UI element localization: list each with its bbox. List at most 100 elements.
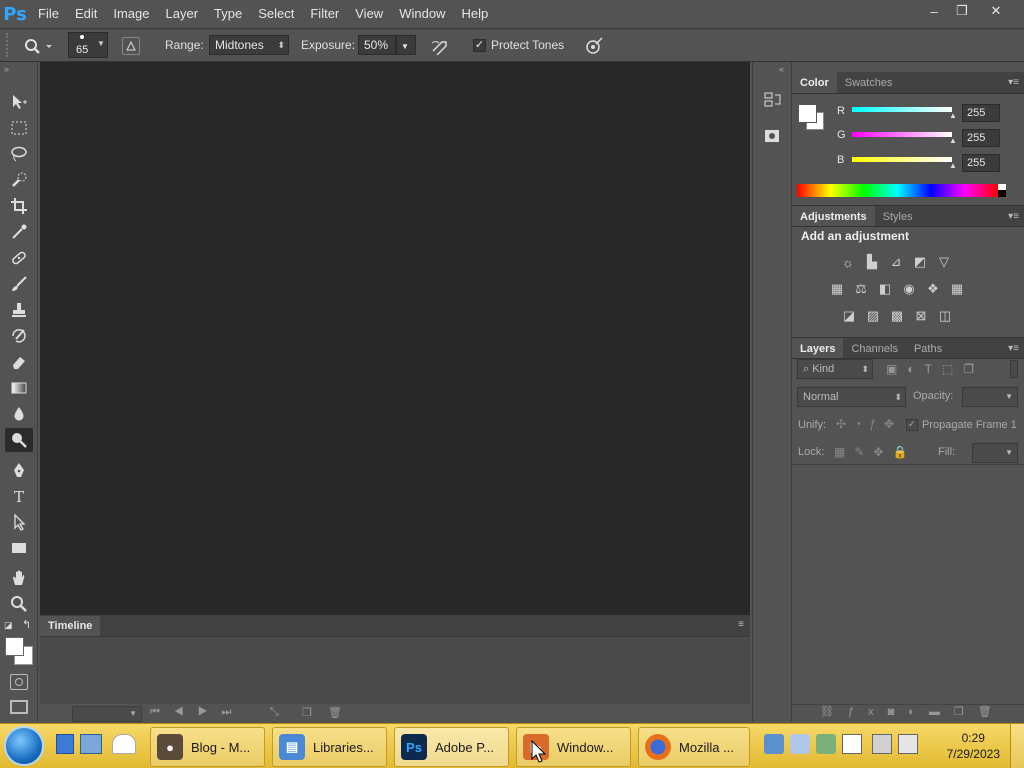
timeline-tab[interactable]: Timeline xyxy=(40,616,100,636)
lock-all-icon[interactable]: 🔒 xyxy=(892,445,916,459)
quick-launch-icon[interactable] xyxy=(80,734,102,754)
options-grip[interactable] xyxy=(6,33,12,57)
rectangle-tool-icon[interactable] xyxy=(5,536,33,560)
menu-edit[interactable]: Edit xyxy=(67,0,105,28)
opacity-input[interactable]: ▼ xyxy=(962,387,1018,407)
blur-tool-icon[interactable] xyxy=(5,402,33,426)
menu-select[interactable]: Select xyxy=(250,0,302,28)
expand-dock-icon[interactable]: « xyxy=(779,64,784,74)
slider-thumb-icon[interactable]: ▲ xyxy=(949,111,957,120)
menu-filter[interactable]: Filter xyxy=(302,0,347,28)
tab-adjustments[interactable]: Adjustments xyxy=(792,206,875,226)
brush-panel-toggle-icon[interactable] xyxy=(122,37,140,55)
menu-type[interactable]: Type xyxy=(206,0,250,28)
taskbar-item-photoshop[interactable]: Ps Adobe P... xyxy=(394,727,509,767)
screen-mode-icon[interactable] xyxy=(10,700,28,714)
timeline-content[interactable] xyxy=(40,636,750,704)
panel-menu-icon[interactable]: ▾≡ xyxy=(1008,338,1019,360)
blue-slider[interactable] xyxy=(852,157,952,162)
green-value-input[interactable]: 255 xyxy=(962,129,1000,147)
menu-view[interactable]: View xyxy=(347,0,391,28)
propagate-move-icon[interactable]: ✥ xyxy=(884,417,902,431)
add-mask-icon[interactable]: ◙ xyxy=(888,706,909,718)
new-group-icon[interactable]: ▬ xyxy=(929,706,954,718)
black-white-icon[interactable]: ◧ xyxy=(876,280,894,298)
red-slider[interactable] xyxy=(852,107,952,112)
layer-kind-filter[interactable]: ⌕ Kind ⬍ xyxy=(797,359,873,379)
start-button[interactable] xyxy=(4,726,44,766)
slider-thumb-icon[interactable]: ▲ xyxy=(949,136,957,145)
gradient-map-icon[interactable]: ⊠ xyxy=(912,307,930,325)
hand-tool-icon[interactable] xyxy=(5,566,33,590)
exposure-slider-toggle[interactable]: ▼ xyxy=(396,35,416,55)
delete-layer-icon[interactable]: 🗑 xyxy=(978,706,1006,718)
posterize-icon[interactable]: ▨ xyxy=(864,307,882,325)
tab-layers[interactable]: Layers xyxy=(792,338,844,358)
pixel-filter-icon[interactable]: ▣ xyxy=(886,362,907,376)
curves-icon[interactable]: ⊿ xyxy=(887,253,905,271)
photo-filter-icon[interactable]: ◉ xyxy=(900,280,918,298)
next-frame-icon[interactable]: ⏭ xyxy=(222,706,246,718)
timeline-menu-select[interactable]: ▼ xyxy=(72,706,142,722)
color-balance-icon[interactable]: ⚖ xyxy=(852,280,870,298)
quick-selection-tool-icon[interactable] xyxy=(5,168,33,192)
color-lookup-icon[interactable]: ▦ xyxy=(948,280,966,298)
close-button[interactable]: ✕ xyxy=(980,0,1012,22)
tab-channels[interactable]: Channels xyxy=(843,338,905,358)
lock-position-icon[interactable]: ✥ xyxy=(873,445,892,459)
clone-stamp-tool-icon[interactable] xyxy=(5,298,33,322)
system-clock[interactable]: 0:29 7/29/2023 xyxy=(947,730,1000,762)
hue-saturation-icon[interactable]: ▦ xyxy=(828,280,846,298)
filter-toggle[interactable] xyxy=(1010,360,1018,378)
layer-style-icon[interactable]: ƒx xyxy=(848,706,888,718)
lock-pixels-icon[interactable]: ✎ xyxy=(854,445,873,459)
fill-input[interactable]: ▼ xyxy=(972,443,1018,463)
menu-window[interactable]: Window xyxy=(391,0,453,28)
new-layer-icon[interactable]: ❐ xyxy=(954,706,978,718)
taskbar-item-mozilla[interactable]: Mozilla ... xyxy=(638,727,750,767)
link-layers-icon[interactable]: ⛓ xyxy=(820,706,848,718)
tab-paths[interactable]: Paths xyxy=(906,338,950,358)
marquee-tool-icon[interactable] xyxy=(5,116,33,140)
default-colors-icon[interactable]: ◪ xyxy=(4,620,13,631)
layers-list[interactable] xyxy=(792,464,1024,704)
smart-object-filter-icon[interactable]: ❐ xyxy=(963,362,984,376)
threshold-icon[interactable]: ▩ xyxy=(888,307,906,325)
show-desktop-button[interactable] xyxy=(1010,724,1024,768)
menu-help[interactable]: Help xyxy=(453,0,496,28)
tray-app-icon[interactable] xyxy=(816,734,836,754)
white-swatch[interactable] xyxy=(998,184,1006,190)
tab-swatches[interactable]: Swatches xyxy=(837,72,901,93)
brush-tool-icon[interactable] xyxy=(5,272,33,296)
slider-thumb-icon[interactable]: ▲ xyxy=(949,161,957,170)
red-value-input[interactable]: 255 xyxy=(962,104,1000,122)
flag-icon[interactable] xyxy=(842,734,862,754)
range-select[interactable]: Midtones ⬍ xyxy=(209,35,289,55)
history-brush-tool-icon[interactable] xyxy=(5,324,33,348)
path-selection-tool-icon[interactable] xyxy=(5,510,33,534)
show-desktop-icon[interactable] xyxy=(56,734,74,754)
history-panel-icon[interactable] xyxy=(763,90,783,110)
foreground-color-swatch[interactable] xyxy=(5,637,24,656)
taskbar-item-libraries[interactable]: ▤ Libraries... xyxy=(272,727,387,767)
display-icon[interactable] xyxy=(872,734,892,754)
swap-colors-icon[interactable]: ↰ xyxy=(22,618,31,631)
unify-position-icon[interactable]: ✣ xyxy=(836,417,854,431)
move-tool-icon[interactable] xyxy=(5,90,33,114)
restore-button[interactable]: ❐ xyxy=(946,0,978,22)
type-filter-icon[interactable]: T xyxy=(925,362,942,376)
taskbar-item-blog[interactable]: ● Blog - M... xyxy=(150,727,265,767)
airbrush-icon[interactable] xyxy=(430,37,450,56)
new-adjustment-icon[interactable]: ◐ xyxy=(908,706,929,718)
green-slider[interactable] xyxy=(852,132,952,137)
tab-styles[interactable]: Styles xyxy=(875,206,921,226)
play-icon[interactable]: ▶ xyxy=(198,706,222,718)
quick-mask-icon[interactable] xyxy=(10,674,28,690)
lock-transparent-icon[interactable]: ▦ xyxy=(834,445,854,459)
pen-tool-icon[interactable] xyxy=(5,458,33,482)
brightness-contrast-icon[interactable]: ☼ xyxy=(839,253,857,271)
shape-filter-icon[interactable]: ⬚ xyxy=(942,362,963,376)
gradient-tool-icon[interactable] xyxy=(5,376,33,400)
protect-tones-checkbox[interactable]: ✓ xyxy=(473,39,486,52)
invert-icon[interactable]: ◪ xyxy=(840,307,858,325)
